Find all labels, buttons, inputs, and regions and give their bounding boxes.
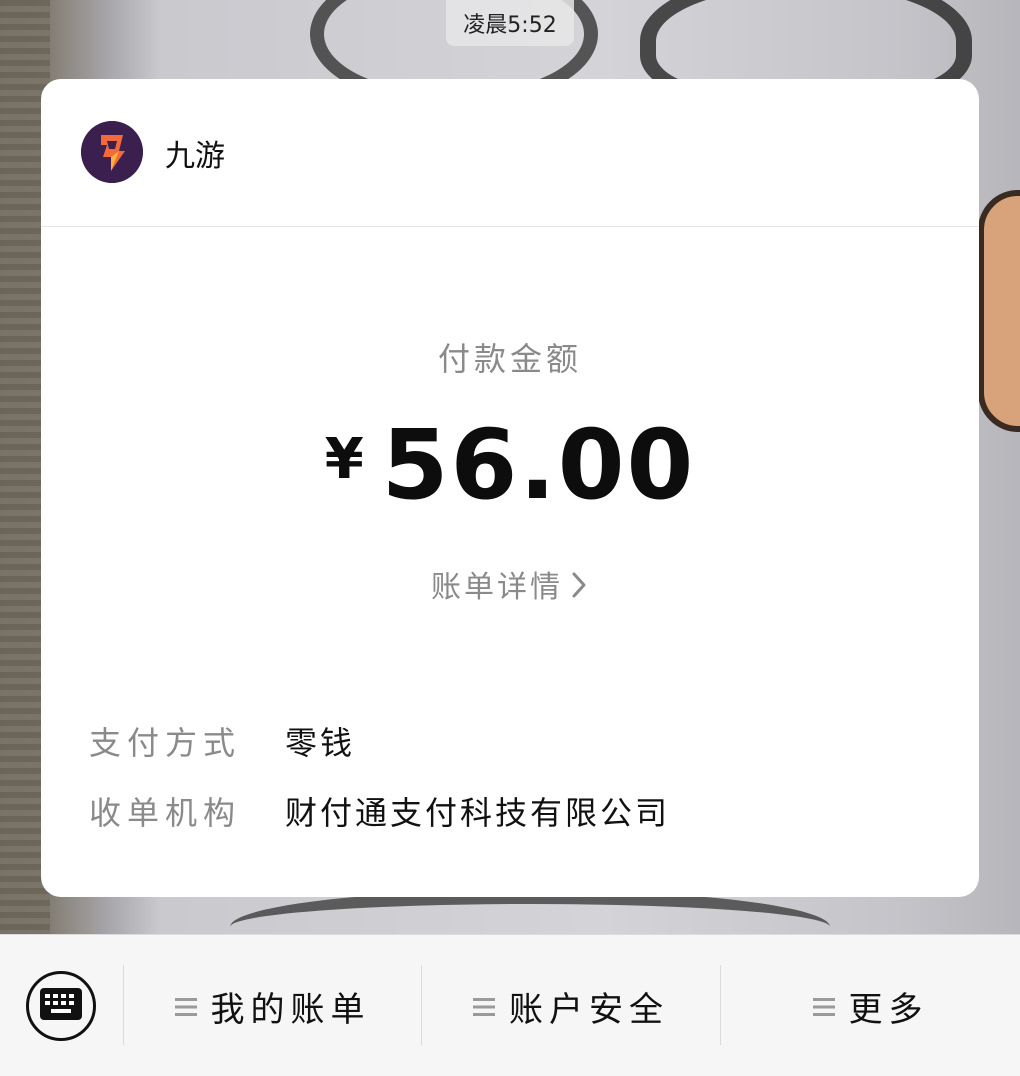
bottom-menu-bar: 我的账单 账户安全 更多 <box>0 934 1020 1076</box>
keyboard-button[interactable] <box>26 971 96 1041</box>
payment-receipt-screen: 凌晨5:52 九游 付款金额 ¥56.00 账单详情 支付方式 零钱 收单机构 … <box>0 0 1020 1076</box>
currency-symbol: ¥ <box>324 427 364 492</box>
background-shape <box>978 190 1020 432</box>
menu-my-bills[interactable]: 我的账单 <box>124 975 421 1037</box>
menu-label: 更多 <box>848 989 929 1030</box>
menu-icon <box>473 986 495 1026</box>
acquirer-label: 收单机构 <box>89 794 242 832</box>
payment-amount: ¥56.00 <box>41 409 979 521</box>
payment-card: 九游 付款金额 ¥56.00 账单详情 支付方式 零钱 收单机构 财付通支付科技… <box>41 79 979 897</box>
menu-account-security[interactable]: 账户安全 <box>422 975 720 1037</box>
acquirer-value: 财付通支付科技有限公司 <box>285 794 671 832</box>
merchant-name: 九游 <box>165 139 225 174</box>
time-text: 凌晨5:52 <box>463 13 557 38</box>
bill-detail-link[interactable]: 账单详情 <box>41 562 979 608</box>
payment-method-value: 零钱 <box>285 724 356 762</box>
menu-label: 我的账单 <box>210 989 371 1030</box>
amount-label: 付款金额 <box>437 340 582 378</box>
merchant-header[interactable]: 九游 <box>41 79 979 227</box>
payment-method-row: 支付方式 零钱 <box>89 719 355 763</box>
menu-label: 账户安全 <box>509 989 669 1030</box>
menu-icon <box>174 986 197 1026</box>
time-badge: 凌晨5:52 <box>446 0 574 46</box>
acquirer-row: 收单机构 财付通支付科技有限公司 <box>89 789 670 833</box>
payment-method-label: 支付方式 <box>89 724 242 762</box>
jiuyou-logo-icon <box>81 121 143 183</box>
menu-icon <box>812 986 835 1026</box>
bill-detail-label: 账单详情 <box>431 570 563 605</box>
menu-more[interactable]: 更多 <box>721 975 1020 1037</box>
amount-value: 56.00 <box>381 409 696 521</box>
keyboard-icon <box>39 987 83 1025</box>
chevron-right-icon <box>569 570 589 608</box>
